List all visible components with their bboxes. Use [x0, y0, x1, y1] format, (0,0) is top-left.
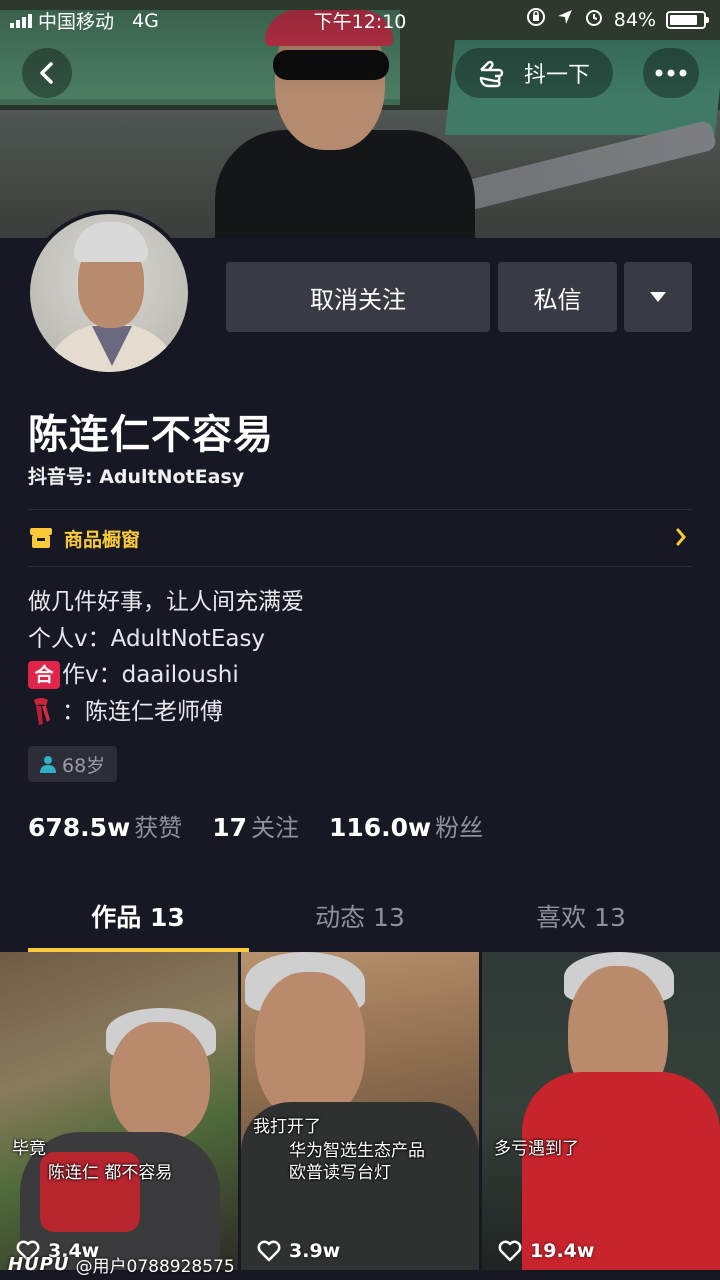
heart-icon: [257, 1240, 281, 1262]
bio-line-text: ：陈连仁老师傅: [62, 698, 223, 725]
video-thumbnail[interactable]: 我打开了 华为智选生态产品 欧普读写台灯 3.9w: [241, 952, 479, 1270]
watermark-user: @用户0788928575: [75, 1257, 235, 1277]
pointing-hand-icon: [479, 60, 504, 88]
bio-line: 做几件好事，让人间充满爱: [28, 589, 304, 615]
status-bar: 中国移动 4G 下午12:10 84%: [0, 0, 720, 38]
battery-percent: 84%: [613, 8, 656, 31]
watermark: HUPU @用户0788928575: [8, 1252, 235, 1277]
following-count[interactable]: 17: [212, 813, 247, 842]
shop-window-row[interactable]: 商品橱窗: [28, 518, 692, 558]
shake-button[interactable]: 抖一下: [455, 48, 613, 98]
person-icon: [40, 756, 56, 773]
chevron-down-icon: [650, 292, 666, 302]
followers-count[interactable]: 116.0w: [329, 813, 431, 842]
divider: [28, 566, 692, 567]
video-thumbnail[interactable]: 多亏遇到了 19.4w: [482, 952, 720, 1270]
age-badge: 68岁: [28, 746, 118, 782]
unfollow-button[interactable]: 取消关注: [226, 262, 490, 332]
bio-line-text: 作v：daailoushi: [62, 662, 239, 688]
divider: [28, 509, 692, 510]
likes-count: 678.5w: [28, 813, 131, 842]
orientation-lock-icon: [526, 7, 546, 32]
video-likes-count: 3.9w: [289, 1240, 341, 1262]
video-caption: 多亏遇到了: [494, 1139, 579, 1159]
video-caption: 欧普读写台灯: [289, 1163, 391, 1183]
following-label[interactable]: 关注: [251, 808, 299, 843]
heart-icon: [498, 1240, 522, 1262]
video-likes: 3.9w: [257, 1240, 340, 1262]
shop-window-label: 商品橱窗: [64, 528, 141, 551]
video-grid: 毕竟 陈连仁 都不容易 3.4w 我打开了 华为智选生态产品 欧普读写台灯 3.…: [0, 952, 720, 1280]
chevron-left-icon: [40, 62, 53, 84]
stats-row: 678.5w 获赞 17 关注 116.0w 粉丝: [28, 808, 513, 843]
video-likes-count: 19.4w: [530, 1240, 595, 1262]
location-icon: [556, 8, 574, 31]
more-options-button[interactable]: [624, 262, 692, 332]
shop-icon: [30, 528, 52, 548]
more-button[interactable]: [643, 48, 699, 98]
tab-likes[interactable]: 喜欢 13: [471, 882, 691, 954]
avatar[interactable]: [26, 210, 192, 376]
bio: 做几件好事，让人间充满爱 个人v：AdultNotEasy 合 作v：daail…: [28, 584, 304, 730]
video-caption: 我打开了: [253, 1117, 321, 1137]
video-caption: 毕竟: [12, 1139, 46, 1159]
shake-label: 抖一下: [523, 63, 590, 88]
age-label: 68岁: [62, 754, 106, 777]
chevron-right-icon: [676, 528, 686, 546]
video-thumbnail[interactable]: 毕竟 陈连仁 都不容易 3.4w: [0, 952, 238, 1270]
back-button[interactable]: [22, 48, 72, 98]
bio-line: ：陈连仁老师傅: [28, 694, 304, 731]
bio-line: 个人v：AdultNotEasy: [28, 625, 266, 652]
likes-label: 获赞: [134, 814, 183, 842]
tab-works[interactable]: 作品 13: [28, 882, 248, 954]
he-emoji-icon: 合: [28, 661, 60, 690]
scarf-emoji-icon: [28, 697, 54, 727]
content-tabs: 作品 13 动态 13 喜欢 13: [0, 882, 720, 952]
bio-line: 合 作v：daailoushi: [28, 657, 304, 694]
followers-label[interactable]: 粉丝: [435, 808, 483, 843]
message-button[interactable]: 私信: [498, 262, 617, 332]
watermark-brand: HUPU: [8, 1254, 70, 1275]
video-caption: 陈连仁 都不容易: [48, 1163, 173, 1183]
video-likes: 19.4w: [498, 1240, 594, 1262]
battery-icon: [666, 10, 709, 29]
profile-name: 陈连仁不容易: [28, 412, 274, 458]
douyin-id: 抖音号: AdultNotEasy: [28, 466, 245, 488]
tab-activity[interactable]: 动态 13: [250, 882, 470, 954]
more-dots-icon: [655, 69, 687, 77]
alarm-icon: [584, 7, 604, 32]
